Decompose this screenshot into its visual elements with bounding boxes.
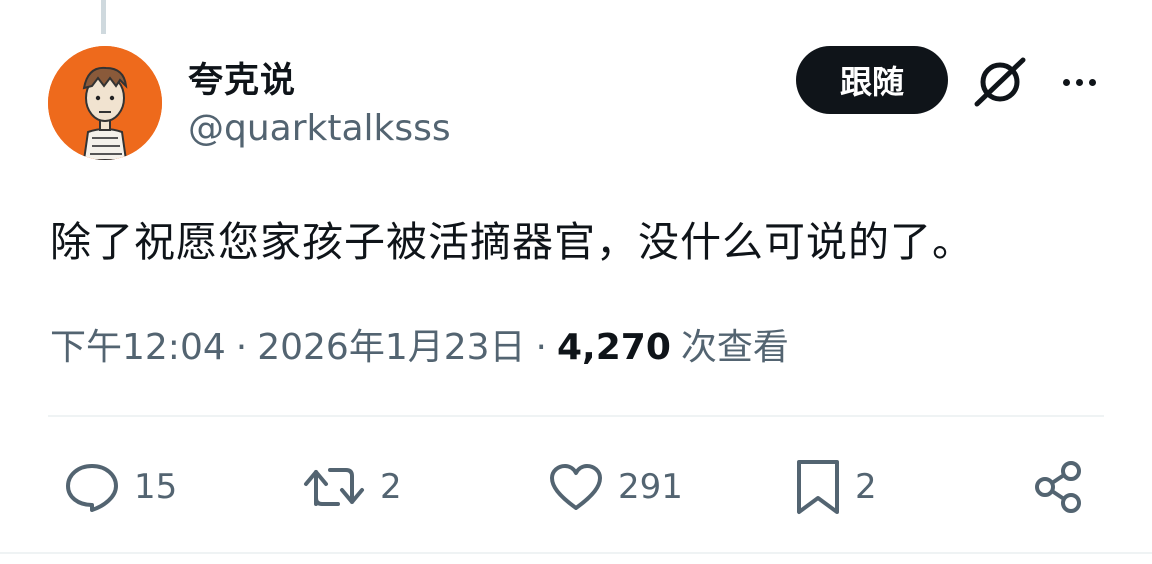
share-button[interactable] — [1032, 458, 1086, 516]
bottom-divider — [0, 552, 1152, 554]
retweet-icon — [304, 468, 364, 506]
like-count: 291 — [618, 467, 683, 507]
follow-button[interactable]: 跟随 — [796, 46, 948, 114]
views-label: 次查看 — [680, 327, 789, 368]
retweet-count: 2 — [380, 467, 402, 507]
divider — [48, 415, 1104, 417]
tweet-text: 除了祝愿您家孩子被活摘器官，没什么可说的了。 — [50, 218, 974, 266]
more-icon[interactable] — [1054, 62, 1104, 102]
tweet-time[interactable]: 下午12:04 — [50, 318, 226, 370]
reply-count: 15 — [134, 467, 178, 507]
meta-separator: · — [535, 327, 547, 368]
author-name[interactable]: 夸克说 — [188, 52, 296, 103]
tweet-metadata: 下午12:04 · 2026年1月23日 · 4,270 次查看 — [50, 318, 789, 370]
views-count: 4,270 — [557, 327, 671, 368]
reply-icon — [66, 464, 118, 512]
author-handle[interactable]: @quarktalksss — [188, 108, 451, 149]
reply-button[interactable]: 15 — [64, 458, 177, 516]
like-icon — [550, 464, 602, 510]
meta-separator: · — [235, 327, 248, 368]
retweet-button[interactable]: 2 — [302, 458, 402, 516]
avatar[interactable] — [48, 46, 162, 160]
bookmark-icon — [797, 460, 839, 514]
bookmark-button[interactable]: 2 — [795, 458, 877, 516]
like-button[interactable]: 291 — [548, 458, 683, 516]
grok-icon[interactable] — [971, 54, 1029, 110]
thread-connector-line — [101, 0, 106, 34]
share-icon — [1035, 461, 1081, 513]
bookmark-count: 2 — [855, 467, 877, 507]
tweet-date[interactable]: 2026年1月23日 — [257, 318, 525, 370]
avatar-cartoon-icon — [48, 46, 162, 160]
